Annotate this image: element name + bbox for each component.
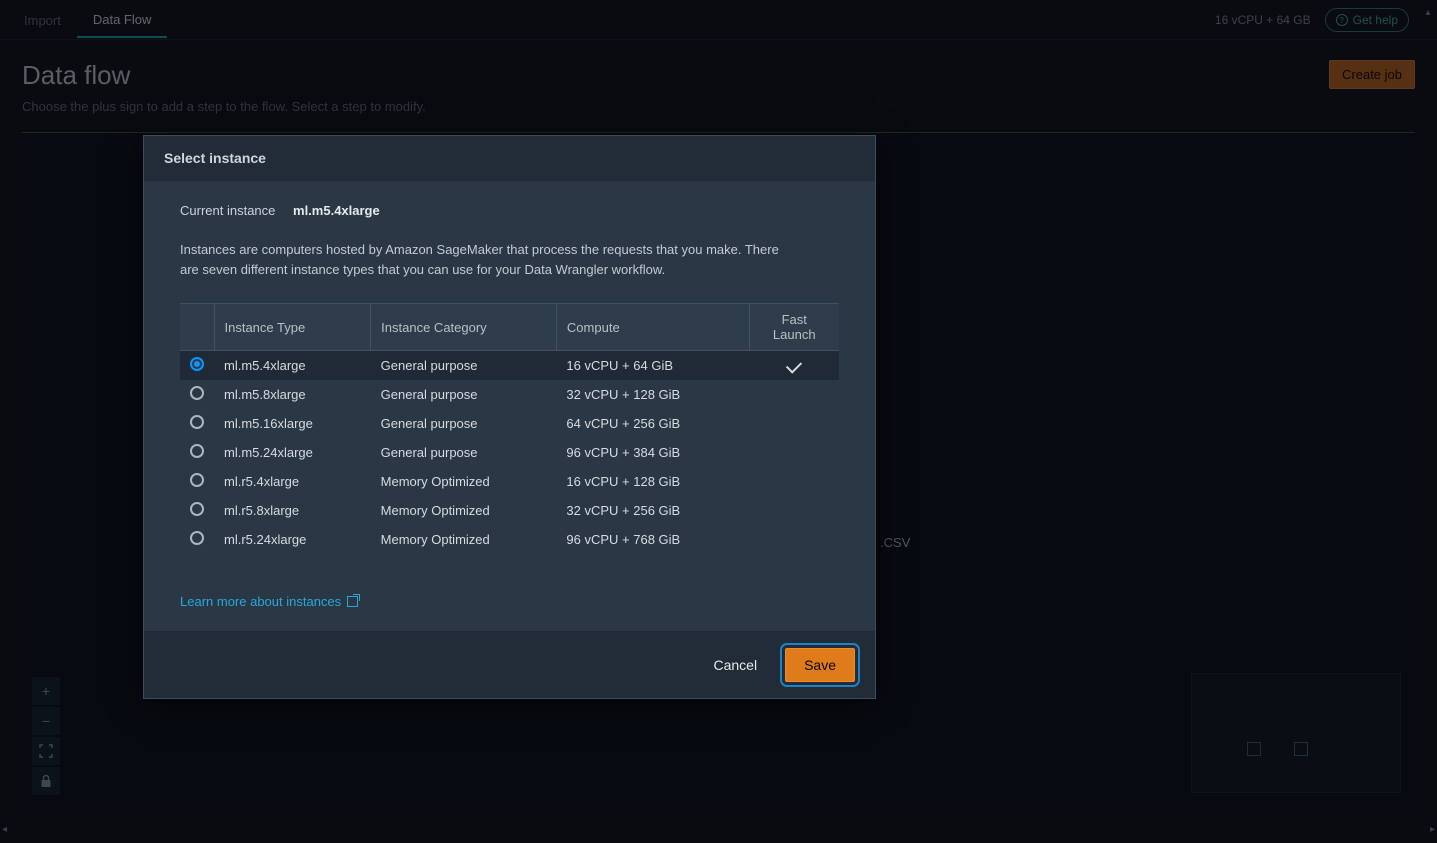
- fullscreen-icon: [39, 744, 53, 758]
- cell-instance-category: General purpose: [371, 409, 557, 438]
- create-job-button[interactable]: Create job: [1329, 60, 1415, 89]
- minimap[interactable]: [1191, 673, 1401, 793]
- instance-table: Instance Type Instance Category Compute …: [180, 303, 839, 554]
- cell-fast-launch: [749, 496, 839, 525]
- instance-summary: 16 vCPU + 64 GB: [1215, 13, 1311, 27]
- save-button[interactable]: Save: [785, 648, 855, 682]
- cell-instance-type: ml.m5.4xlarge: [214, 351, 371, 381]
- table-row[interactable]: ml.m5.16xlargeGeneral purpose64 vCPU + 2…: [180, 409, 839, 438]
- cell-compute: 64 vCPU + 256 GiB: [556, 409, 749, 438]
- cell-instance-type: ml.r5.4xlarge: [214, 467, 371, 496]
- instance-radio[interactable]: [190, 473, 204, 487]
- check-icon: [786, 357, 802, 373]
- instance-radio[interactable]: [190, 357, 204, 371]
- lock-button[interactable]: [32, 767, 60, 795]
- cell-compute: 32 vCPU + 128 GiB: [556, 380, 749, 409]
- cell-instance-type: ml.r5.8xlarge: [214, 496, 371, 525]
- col-instance-category: Instance Category: [371, 304, 557, 351]
- scrollbar-right-icon[interactable]: ▸: [1430, 824, 1435, 835]
- current-instance-label: Current instance: [180, 203, 275, 218]
- tab-dataflow[interactable]: Data Flow: [77, 2, 168, 38]
- help-icon: ?: [1336, 14, 1348, 26]
- instance-radio[interactable]: [190, 502, 204, 516]
- table-row[interactable]: ml.m5.4xlargeGeneral purpose16 vCPU + 64…: [180, 351, 839, 381]
- table-row[interactable]: ml.r5.24xlargeMemory Optimized96 vCPU + …: [180, 525, 839, 554]
- cell-fast-launch: [749, 380, 839, 409]
- cell-fast-launch: [749, 409, 839, 438]
- cell-instance-type: ml.m5.8xlarge: [214, 380, 371, 409]
- topbar-right: 16 vCPU + 64 GB ? Get help: [1215, 8, 1409, 32]
- cell-instance-category: General purpose: [371, 351, 557, 381]
- tab-import[interactable]: Import: [8, 3, 77, 37]
- cell-fast-launch: [749, 467, 839, 496]
- table-row[interactable]: ml.r5.8xlargeMemory Optimized32 vCPU + 2…: [180, 496, 839, 525]
- cell-compute: 96 vCPU + 384 GiB: [556, 438, 749, 467]
- cell-instance-category: General purpose: [371, 438, 557, 467]
- table-row[interactable]: ml.m5.24xlargeGeneral purpose96 vCPU + 3…: [180, 438, 839, 467]
- lock-icon: [40, 774, 52, 788]
- page-subtitle: Choose the plus sign to add a step to th…: [22, 99, 426, 114]
- page-header: Data flow Choose the plus sign to add a …: [0, 40, 1437, 124]
- scrollbar-left-icon[interactable]: ◂: [2, 824, 7, 835]
- cell-instance-category: Memory Optimized: [371, 467, 557, 496]
- modal-description: Instances are computers hosted by Amazon…: [180, 240, 780, 279]
- scrollbar-up-icon[interactable]: ▴: [1421, 2, 1435, 22]
- cell-compute: 16 vCPU + 64 GiB: [556, 351, 749, 381]
- get-help-label: Get help: [1353, 13, 1398, 27]
- cell-instance-category: Memory Optimized: [371, 525, 557, 554]
- fit-screen-button[interactable]: [32, 737, 60, 765]
- minimap-node: [1294, 742, 1308, 756]
- cell-fast-launch: [749, 525, 839, 554]
- external-link-icon: [347, 596, 358, 607]
- cell-instance-type: ml.m5.16xlarge: [214, 409, 371, 438]
- instance-radio[interactable]: [190, 444, 204, 458]
- cell-instance-type: ml.m5.24xlarge: [214, 438, 371, 467]
- learn-more-label: Learn more about instances: [180, 594, 341, 609]
- node-csv-label: .CSV: [880, 535, 910, 550]
- cell-fast-launch: [749, 438, 839, 467]
- learn-more-link[interactable]: Learn more about instances: [180, 594, 358, 609]
- cell-instance-category: General purpose: [371, 380, 557, 409]
- instance-radio[interactable]: [190, 415, 204, 429]
- col-fast-launch: Fast Launch: [749, 304, 839, 351]
- modal-title: Select instance: [144, 136, 875, 181]
- cell-fast-launch: [749, 351, 839, 381]
- cell-compute: 16 vCPU + 128 GiB: [556, 467, 749, 496]
- col-compute: Compute: [556, 304, 749, 351]
- page-title: Data flow: [22, 60, 426, 91]
- zoom-out-button[interactable]: −: [32, 707, 60, 735]
- zoom-toolbar: + −: [32, 677, 60, 795]
- zoom-in-button[interactable]: +: [32, 677, 60, 705]
- col-instance-type: Instance Type: [214, 304, 371, 351]
- cell-instance-type: ml.r5.24xlarge: [214, 525, 371, 554]
- cancel-button[interactable]: Cancel: [699, 649, 771, 681]
- table-row[interactable]: ml.m5.8xlargeGeneral purpose32 vCPU + 12…: [180, 380, 839, 409]
- select-instance-modal: Select instance Current instance ml.m5.4…: [143, 135, 876, 699]
- minimap-node: [1247, 742, 1261, 756]
- get-help-button[interactable]: ? Get help: [1325, 8, 1409, 32]
- instance-radio[interactable]: [190, 531, 204, 545]
- cell-instance-category: Memory Optimized: [371, 496, 557, 525]
- current-instance-value: ml.m5.4xlarge: [293, 203, 380, 218]
- table-row[interactable]: ml.r5.4xlargeMemory Optimized16 vCPU + 1…: [180, 467, 839, 496]
- cell-compute: 96 vCPU + 768 GiB: [556, 525, 749, 554]
- cell-compute: 32 vCPU + 256 GiB: [556, 496, 749, 525]
- instance-radio[interactable]: [190, 386, 204, 400]
